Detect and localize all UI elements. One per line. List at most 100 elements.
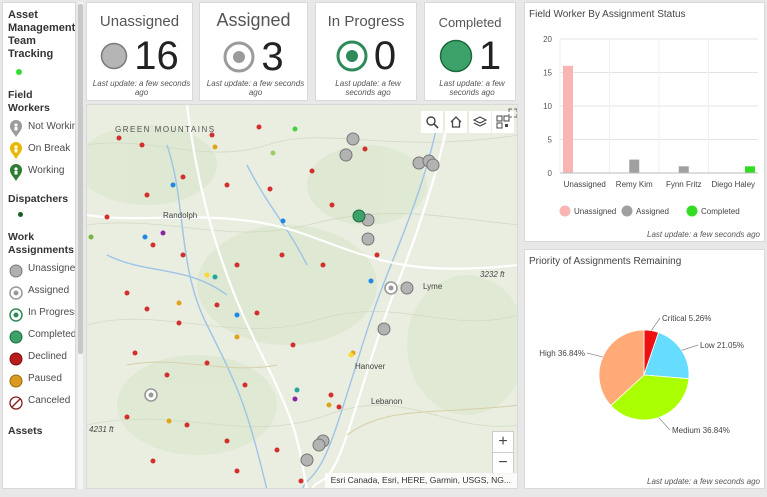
map-marker[interactable]	[362, 146, 368, 152]
map-marker[interactable]	[279, 252, 285, 258]
assignment-markers[interactable]	[88, 124, 380, 484]
search-icon[interactable]	[421, 111, 443, 133]
unassigned-marker[interactable]	[400, 281, 414, 295]
map-marker[interactable]	[242, 382, 248, 388]
map-marker[interactable]	[180, 174, 186, 180]
map-marker[interactable]	[292, 396, 298, 402]
bar[interactable]	[629, 159, 640, 173]
pie-chart-panel: Priority of Assignments Remaining Critic…	[524, 249, 765, 489]
leader-line	[658, 417, 671, 431]
unassigned-marker[interactable]	[426, 158, 440, 172]
indicator-in-progress: In Progress 0 Last update: a few seconds…	[315, 2, 417, 101]
unassigned-marker[interactable]	[346, 132, 360, 146]
indicator-value: 16	[134, 34, 179, 78]
map-marker[interactable]	[212, 144, 218, 150]
map-marker[interactable]	[166, 418, 172, 424]
map-marker[interactable]	[124, 290, 130, 296]
legend-swatch[interactable]	[686, 205, 698, 217]
map-marker[interactable]	[224, 182, 230, 188]
map-marker[interactable]	[124, 414, 130, 420]
map-marker[interactable]	[280, 218, 286, 224]
map-marker[interactable]	[209, 132, 215, 138]
map-marker[interactable]	[212, 274, 218, 280]
map-marker[interactable]	[116, 135, 122, 141]
map-marker[interactable]	[274, 447, 280, 453]
unassigned-marker[interactable]	[361, 232, 375, 246]
canceled-icon	[8, 395, 24, 411]
map-marker[interactable]	[139, 142, 145, 148]
legend-label[interactable]: Unassigned	[574, 207, 616, 216]
map-marker[interactable]	[184, 422, 190, 428]
scrollbar-thumb[interactable]	[78, 4, 83, 354]
bar[interactable]	[745, 166, 755, 173]
map-marker[interactable]	[298, 478, 304, 484]
map-marker[interactable]	[256, 124, 262, 130]
completed-marker[interactable]	[352, 209, 366, 223]
map-marker[interactable]	[234, 262, 240, 268]
zoom-out-button[interactable]: −	[492, 452, 514, 474]
unassigned-marker[interactable]	[312, 438, 326, 452]
bar[interactable]	[678, 166, 689, 173]
map-marker[interactable]	[374, 252, 380, 258]
map-marker[interactable]	[234, 334, 240, 340]
map-marker[interactable]	[234, 468, 240, 474]
zoom-in-button[interactable]: +	[492, 431, 514, 453]
map-marker[interactable]	[348, 352, 354, 358]
map-marker[interactable]	[290, 342, 296, 348]
map-marker[interactable]	[368, 278, 374, 284]
map-marker[interactable]	[294, 387, 300, 393]
map-marker[interactable]	[170, 182, 176, 188]
pin-person-green-icon	[8, 164, 24, 181]
map-marker[interactable]	[132, 350, 138, 356]
unassigned-marker[interactable]	[377, 322, 391, 336]
map-marker[interactable]	[144, 306, 150, 312]
map-marker[interactable]	[234, 312, 240, 318]
bar[interactable]	[563, 65, 573, 173]
map-marker[interactable]	[292, 126, 298, 132]
unassigned-marker[interactable]	[339, 148, 353, 162]
legend-scrollbar[interactable]	[78, 2, 83, 489]
legend-swatch[interactable]	[621, 205, 633, 217]
map-marker[interactable]	[224, 438, 230, 444]
legend-item-assigned: Assigned	[8, 285, 70, 301]
map-marker[interactable]	[150, 458, 156, 464]
map-view[interactable]: GREEN MOUNTAINS Randolph Lyme Hanover Le…	[86, 104, 518, 489]
map-marker[interactable]	[176, 300, 182, 306]
map-marker[interactable]	[328, 392, 334, 398]
map-marker[interactable]	[309, 168, 315, 174]
x-tick-label: Remy Kim	[616, 180, 653, 189]
map-marker[interactable]	[326, 402, 332, 408]
map-marker[interactable]	[254, 310, 260, 316]
map-marker[interactable]	[144, 192, 150, 198]
map-attribution[interactable]: Esri Canada, Esri, HERE, Garmin, USGS, N…	[324, 473, 517, 488]
legend-label[interactable]: Completed	[701, 207, 740, 216]
map-marker[interactable]	[160, 230, 166, 236]
indicator-unassigned: Unassigned 16 Last update: a few seconds…	[86, 2, 193, 101]
home-icon[interactable]	[445, 111, 467, 133]
map-marker[interactable]	[142, 234, 148, 240]
indicator-completed: Completed 1 Last update: a few seconds a…	[424, 2, 516, 101]
map-marker[interactable]	[164, 372, 170, 378]
map-marker[interactable]	[320, 262, 326, 268]
legend-swatch[interactable]	[559, 205, 571, 217]
red-circle-icon	[8, 351, 24, 367]
map-marker[interactable]	[176, 320, 182, 326]
map-marker[interactable]	[329, 202, 335, 208]
map-marker[interactable]	[88, 234, 94, 240]
x-tick-label: Fynn Fritz	[666, 180, 702, 189]
map-marker[interactable]	[204, 272, 210, 278]
map-legend[interactable]: Asset Management Team Tracking Field Wor…	[2, 2, 76, 489]
layers-icon[interactable]	[469, 111, 491, 133]
map-marker[interactable]	[267, 186, 273, 192]
unassigned-marker[interactable]	[300, 453, 314, 467]
legend-label[interactable]: Assigned	[636, 207, 669, 216]
map-marker[interactable]	[180, 252, 186, 258]
expand-icon[interactable]	[508, 105, 517, 118]
map-marker[interactable]	[270, 150, 276, 156]
map-marker[interactable]	[104, 214, 110, 220]
map-marker[interactable]	[336, 404, 342, 410]
map-marker[interactable]	[150, 242, 156, 248]
map-marker[interactable]	[214, 302, 220, 308]
dispatcher-dot-icon	[18, 212, 23, 217]
map-marker[interactable]	[204, 360, 210, 366]
